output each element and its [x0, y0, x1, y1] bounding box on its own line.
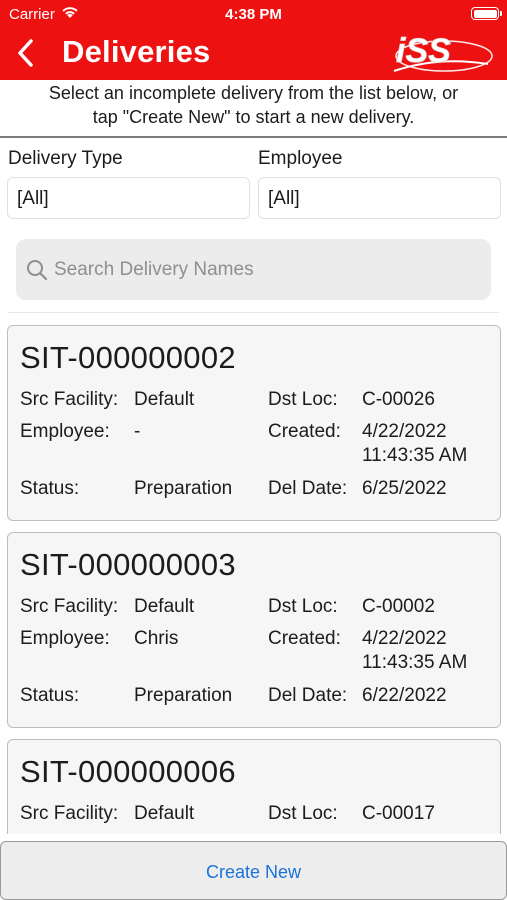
created-time: 11:43:35 AM — [362, 445, 468, 466]
employee-value: Chris — [134, 628, 179, 649]
intro-line-1: Select an incomplete delivery from the l… — [48, 83, 459, 103]
battery-icon — [471, 7, 502, 20]
dst-loc-label: Dst Loc: — [268, 389, 338, 410]
employee-select[interactable]: [All] — [258, 177, 501, 219]
search-bar[interactable]: Search Delivery Names — [16, 239, 491, 300]
status-label: Status: — [20, 478, 80, 499]
status-bar: Carrier 4:38 PM — [0, 5, 507, 25]
src-facility-label: Src Facility: — [20, 389, 119, 410]
src-facility-label: Src Facility: — [20, 596, 119, 617]
delivery-list[interactable]: SIT-000000002 Src Facility: Default Dst … — [0, 318, 507, 834]
create-new-label: Create New — [205, 862, 302, 882]
created-label: Created: — [268, 628, 341, 649]
nav-header: Carrier 4:38 PM Deliveries iSS — [0, 0, 507, 80]
delivery-card[interactable]: SIT-000000006 Src Facility: Default Dst … — [7, 739, 501, 834]
intro-text: Select an incomplete delivery from the l… — [0, 81, 507, 129]
src-facility-label: Src Facility: — [20, 803, 119, 824]
dst-loc-value: C-00017 — [362, 803, 435, 824]
created-time: 11:43:35 AM — [362, 652, 468, 673]
del-date-label: Del Date: — [268, 478, 348, 499]
del-date-value: 6/22/2022 — [362, 685, 447, 706]
delivery-type-select[interactable]: [All] — [7, 177, 250, 219]
src-facility-value: Default — [134, 596, 195, 617]
delivery-card[interactable]: SIT-000000003 Src Facility: Default Dst … — [7, 532, 501, 728]
divider — [8, 312, 499, 313]
delivery-id: SIT-000000006 — [20, 754, 236, 789]
created-date: 4/22/2022 — [362, 628, 447, 649]
src-facility-value: Default — [134, 389, 195, 410]
delivery-id: SIT-000000003 — [20, 547, 236, 582]
delivery-card[interactable]: SIT-000000002 Src Facility: Default Dst … — [7, 325, 501, 521]
status-value: Preparation — [134, 478, 233, 499]
del-date-value: 6/25/2022 — [362, 478, 447, 499]
dst-loc-label: Dst Loc: — [268, 803, 338, 824]
employee-value: - — [134, 421, 141, 442]
src-facility-value: Default — [134, 803, 195, 824]
svg-text:iSS: iSS — [396, 32, 451, 70]
status-value: Preparation — [134, 685, 233, 706]
created-date: 4/22/2022 — [362, 421, 447, 442]
intro-line-2: tap "Create New" to start a new delivery… — [92, 107, 415, 127]
delivery-type-label: Delivery Type — [8, 148, 123, 169]
search-icon — [27, 260, 48, 281]
page-title: Deliveries — [62, 34, 211, 69]
create-new-button[interactable]: Create New — [0, 841, 507, 900]
dst-loc-value: C-00002 — [362, 596, 435, 617]
iss-logo: iSS — [393, 32, 493, 72]
employee-label: Employee — [258, 148, 343, 169]
dst-loc-value: C-00026 — [362, 389, 435, 410]
status-label: Status: — [20, 685, 80, 706]
employee-label: Employee: — [20, 421, 110, 442]
search-input[interactable]: Search Delivery Names — [54, 259, 254, 281]
status-time: 4:38 PM — [225, 6, 282, 23]
del-date-label: Del Date: — [268, 685, 348, 706]
employee-label: Employee: — [20, 628, 110, 649]
delivery-id: SIT-000000002 — [20, 340, 236, 375]
divider — [0, 136, 507, 138]
created-label: Created: — [268, 421, 341, 442]
dst-loc-label: Dst Loc: — [268, 596, 338, 617]
back-chevron-icon[interactable] — [14, 36, 38, 70]
